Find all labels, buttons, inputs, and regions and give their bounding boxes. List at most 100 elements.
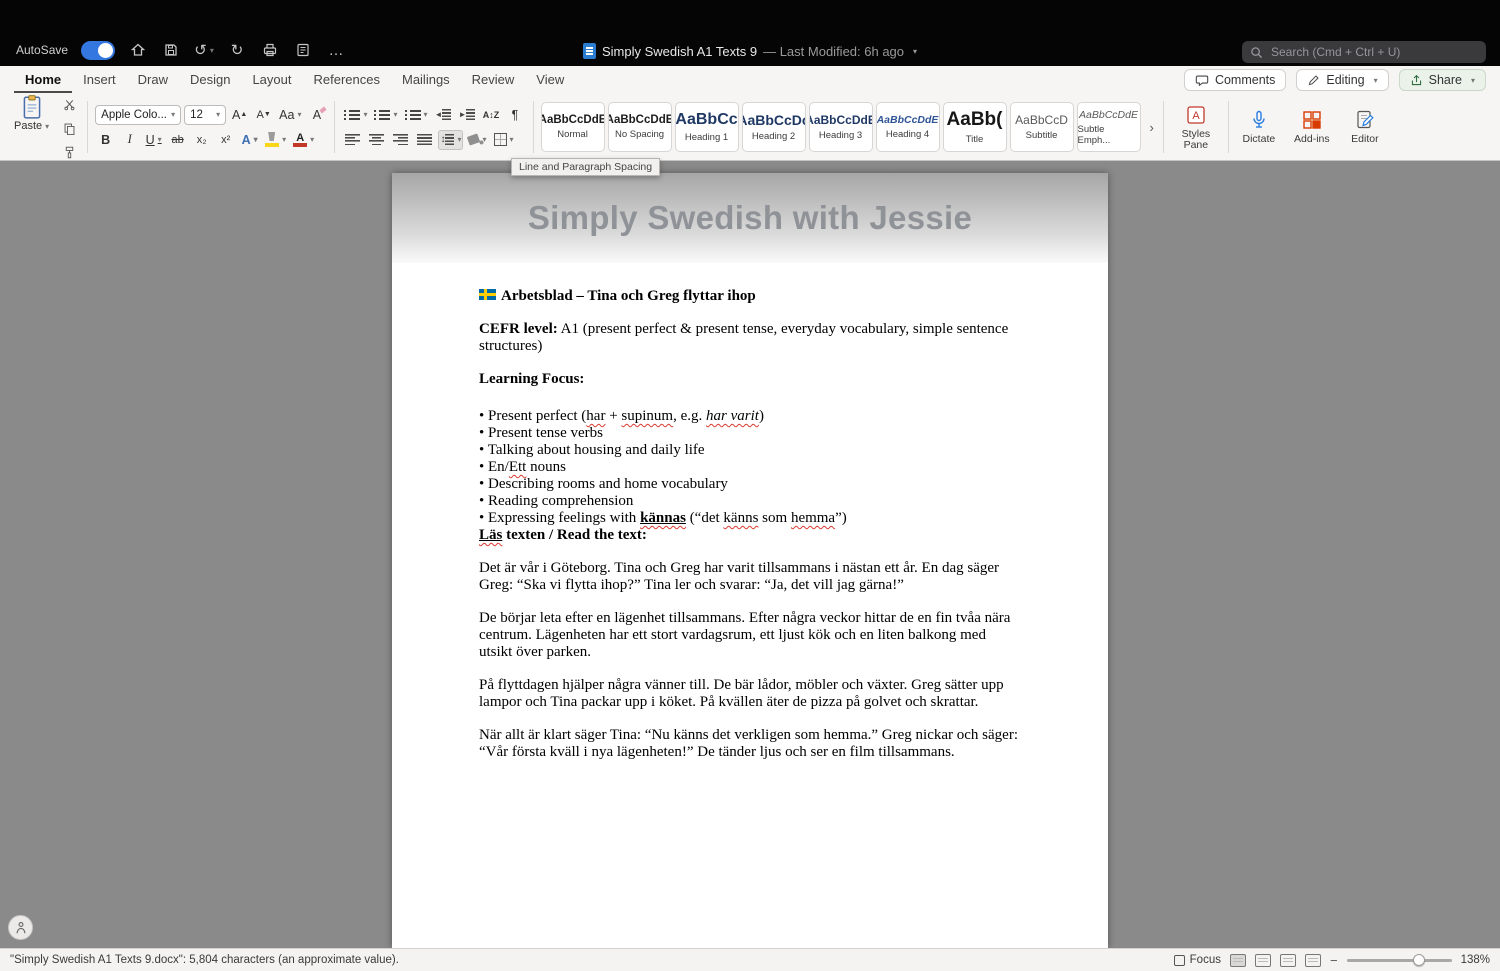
show-paragraph-marks-button[interactable]: ¶ — [505, 105, 526, 125]
align-left-button[interactable] — [342, 130, 363, 150]
highlight-color-button[interactable]: ▾ — [263, 130, 288, 150]
multilevel-list-button[interactable]: ▾ — [403, 105, 430, 125]
clipboard-group: Paste ▾ — [8, 92, 80, 162]
shading-button[interactable]: ▾ — [466, 130, 488, 150]
save-icon[interactable] — [161, 40, 181, 60]
tab-design[interactable]: Design — [179, 67, 241, 93]
zoom-out-button[interactable]: − — [1330, 953, 1338, 968]
tab-home[interactable]: Home — [14, 67, 72, 93]
draft-view-button[interactable] — [1304, 953, 1321, 967]
align-center-button[interactable] — [366, 130, 387, 150]
style-subtitle[interactable]: AaBbCcD Subtitle — [1009, 102, 1074, 152]
decrease-indent-button[interactable]: ◄ — [433, 105, 454, 125]
cefr-label: CEFR level: — [479, 321, 558, 337]
zoom-slider-thumb[interactable] — [1412, 954, 1425, 966]
read-text-label: Läs texten / Read the text: — [479, 527, 647, 543]
numbered-list-button[interactable]: ▾ — [372, 105, 399, 125]
align-right-button[interactable] — [390, 130, 411, 150]
font-color-button[interactable]: A ▾ — [291, 130, 316, 150]
undo-icon[interactable]: ↺ ▾ — [194, 40, 214, 60]
zoom-slider[interactable] — [1346, 954, 1452, 966]
line-spacing-button[interactable]: ↕ ▾ — [438, 129, 464, 150]
style-heading-3[interactable]: AaBbCcDdE Heading 3 — [808, 102, 873, 152]
home-icon[interactable] — [128, 40, 148, 60]
word-document-icon — [582, 43, 596, 59]
addins-label: Add-ins — [1294, 133, 1330, 145]
bold-button[interactable]: B — [95, 130, 116, 150]
tab-insert[interactable]: Insert — [72, 67, 127, 93]
bullet-list-chevron-icon: ▾ — [363, 110, 368, 119]
strikethrough-button[interactable]: ab — [167, 130, 188, 150]
tab-draw[interactable]: Draw — [127, 67, 179, 93]
font-size-select[interactable]: 12 ▾ — [184, 104, 227, 125]
shrink-font-button[interactable]: A ▼ — [253, 105, 274, 125]
style-no-spacing[interactable]: AaBbCcDdE No Spacing — [607, 102, 672, 152]
document-body[interactable]: Arbetsblad – Tina och Greg flyttar ihop … — [392, 263, 1108, 761]
tab-view[interactable]: View — [525, 67, 575, 93]
editing-chevron-icon: ▾ — [1373, 75, 1378, 85]
style-subtle-emph-[interactable]: AaBbCcDdE Subtle Emph... — [1076, 102, 1141, 152]
underline-button[interactable]: U ▾ — [143, 130, 164, 150]
page-header-banner: Simply Swedish with Jessie — [392, 173, 1108, 263]
bullet-item: • Reading comprehension — [479, 493, 634, 509]
subscript-button[interactable]: x₂ — [191, 130, 212, 150]
accessibility-button[interactable] — [8, 915, 33, 940]
font-name-select[interactable]: Apple Colo... ▾ — [95, 104, 182, 125]
bullet-item: • En/Ett nouns — [479, 459, 566, 475]
text-effects-button[interactable]: A ▾ — [239, 130, 260, 150]
styles-gallery-more-button[interactable]: › — [1148, 120, 1156, 135]
clear-formatting-button[interactable]: A — [306, 105, 327, 125]
styles-pane-button[interactable]: A Styles Pane — [1171, 102, 1221, 153]
quick-style-icon[interactable] — [293, 40, 313, 60]
outline-view-button[interactable] — [1279, 953, 1296, 967]
italic-button[interactable]: I — [119, 130, 140, 150]
search-input[interactable] — [1269, 44, 1478, 60]
style-heading-4[interactable]: AaBbCcDdE Heading 4 — [875, 102, 940, 152]
focus-mode-button[interactable]: Focus — [1173, 954, 1221, 966]
group-separator — [87, 101, 89, 153]
style-heading-2[interactable]: AaBbCcDc Heading 2 — [741, 102, 806, 152]
sort-button[interactable]: A↕Z — [481, 105, 502, 125]
editor-button[interactable]: Editor — [1342, 107, 1388, 147]
autosave-toggle[interactable] — [81, 40, 116, 60]
scissors-icon — [64, 99, 75, 110]
share-button[interactable]: Share ▾ — [1398, 69, 1486, 91]
tab-review[interactable]: Review — [461, 67, 526, 93]
justify-button[interactable] — [414, 130, 435, 150]
worksheet-heading-text: Arbetsblad – Tina och Greg flyttar ihop — [501, 288, 756, 304]
cut-button[interactable] — [59, 94, 80, 114]
editing-mode-button[interactable]: Editing ▾ — [1296, 69, 1389, 91]
superscript-button[interactable]: x² — [215, 130, 236, 150]
copy-button[interactable] — [59, 118, 80, 138]
document-title-menu[interactable]: Simply Swedish A1 Texts 9 — Last Modifie… — [582, 43, 917, 59]
autosave-label: AutoSave — [16, 43, 69, 57]
tab-references[interactable]: References — [303, 67, 391, 93]
dictate-button[interactable]: Dictate — [1236, 107, 1282, 147]
web-layout-view-button[interactable] — [1254, 953, 1271, 967]
search-box[interactable] — [1242, 41, 1486, 63]
format-painter-button[interactable] — [59, 142, 80, 162]
clipboard-icon — [23, 95, 40, 119]
paste-chevron-icon: ▾ — [45, 122, 50, 131]
style-title[interactable]: AaBb(Title — [942, 102, 1007, 152]
bullet-list-button[interactable]: ▾ — [342, 105, 369, 125]
style-normal[interactable]: AaBbCcDdE Normal — [540, 102, 605, 152]
style-preview: AaBbCcDc — [743, 112, 805, 128]
borders-button[interactable]: ▾ — [492, 130, 516, 150]
grow-font-button[interactable]: A ▲ — [229, 105, 250, 125]
change-case-button[interactable]: Aa ▾ — [277, 105, 303, 125]
paste-button[interactable]: Paste ▾ — [8, 92, 55, 134]
tab-mailings[interactable]: Mailings — [391, 67, 461, 93]
tab-layout[interactable]: Layout — [241, 67, 302, 93]
redo-icon[interactable]: ↻ — [227, 40, 247, 60]
document-page[interactable]: Simply Swedish with Jessie Arbetsblad – … — [392, 173, 1108, 948]
style-label: Subtitle — [1025, 130, 1058, 141]
zoom-level[interactable]: 138% — [1461, 954, 1490, 966]
increase-indent-button[interactable]: ► — [457, 105, 478, 125]
print-icon[interactable] — [260, 40, 280, 60]
print-layout-view-button[interactable] — [1229, 953, 1246, 967]
comments-button[interactable]: Comments — [1183, 69, 1287, 91]
more-commands-icon[interactable]: … — [326, 40, 346, 60]
addins-button[interactable]: Add-ins — [1289, 107, 1335, 147]
style-heading-1[interactable]: AaBbCc Heading 1 — [674, 102, 739, 152]
